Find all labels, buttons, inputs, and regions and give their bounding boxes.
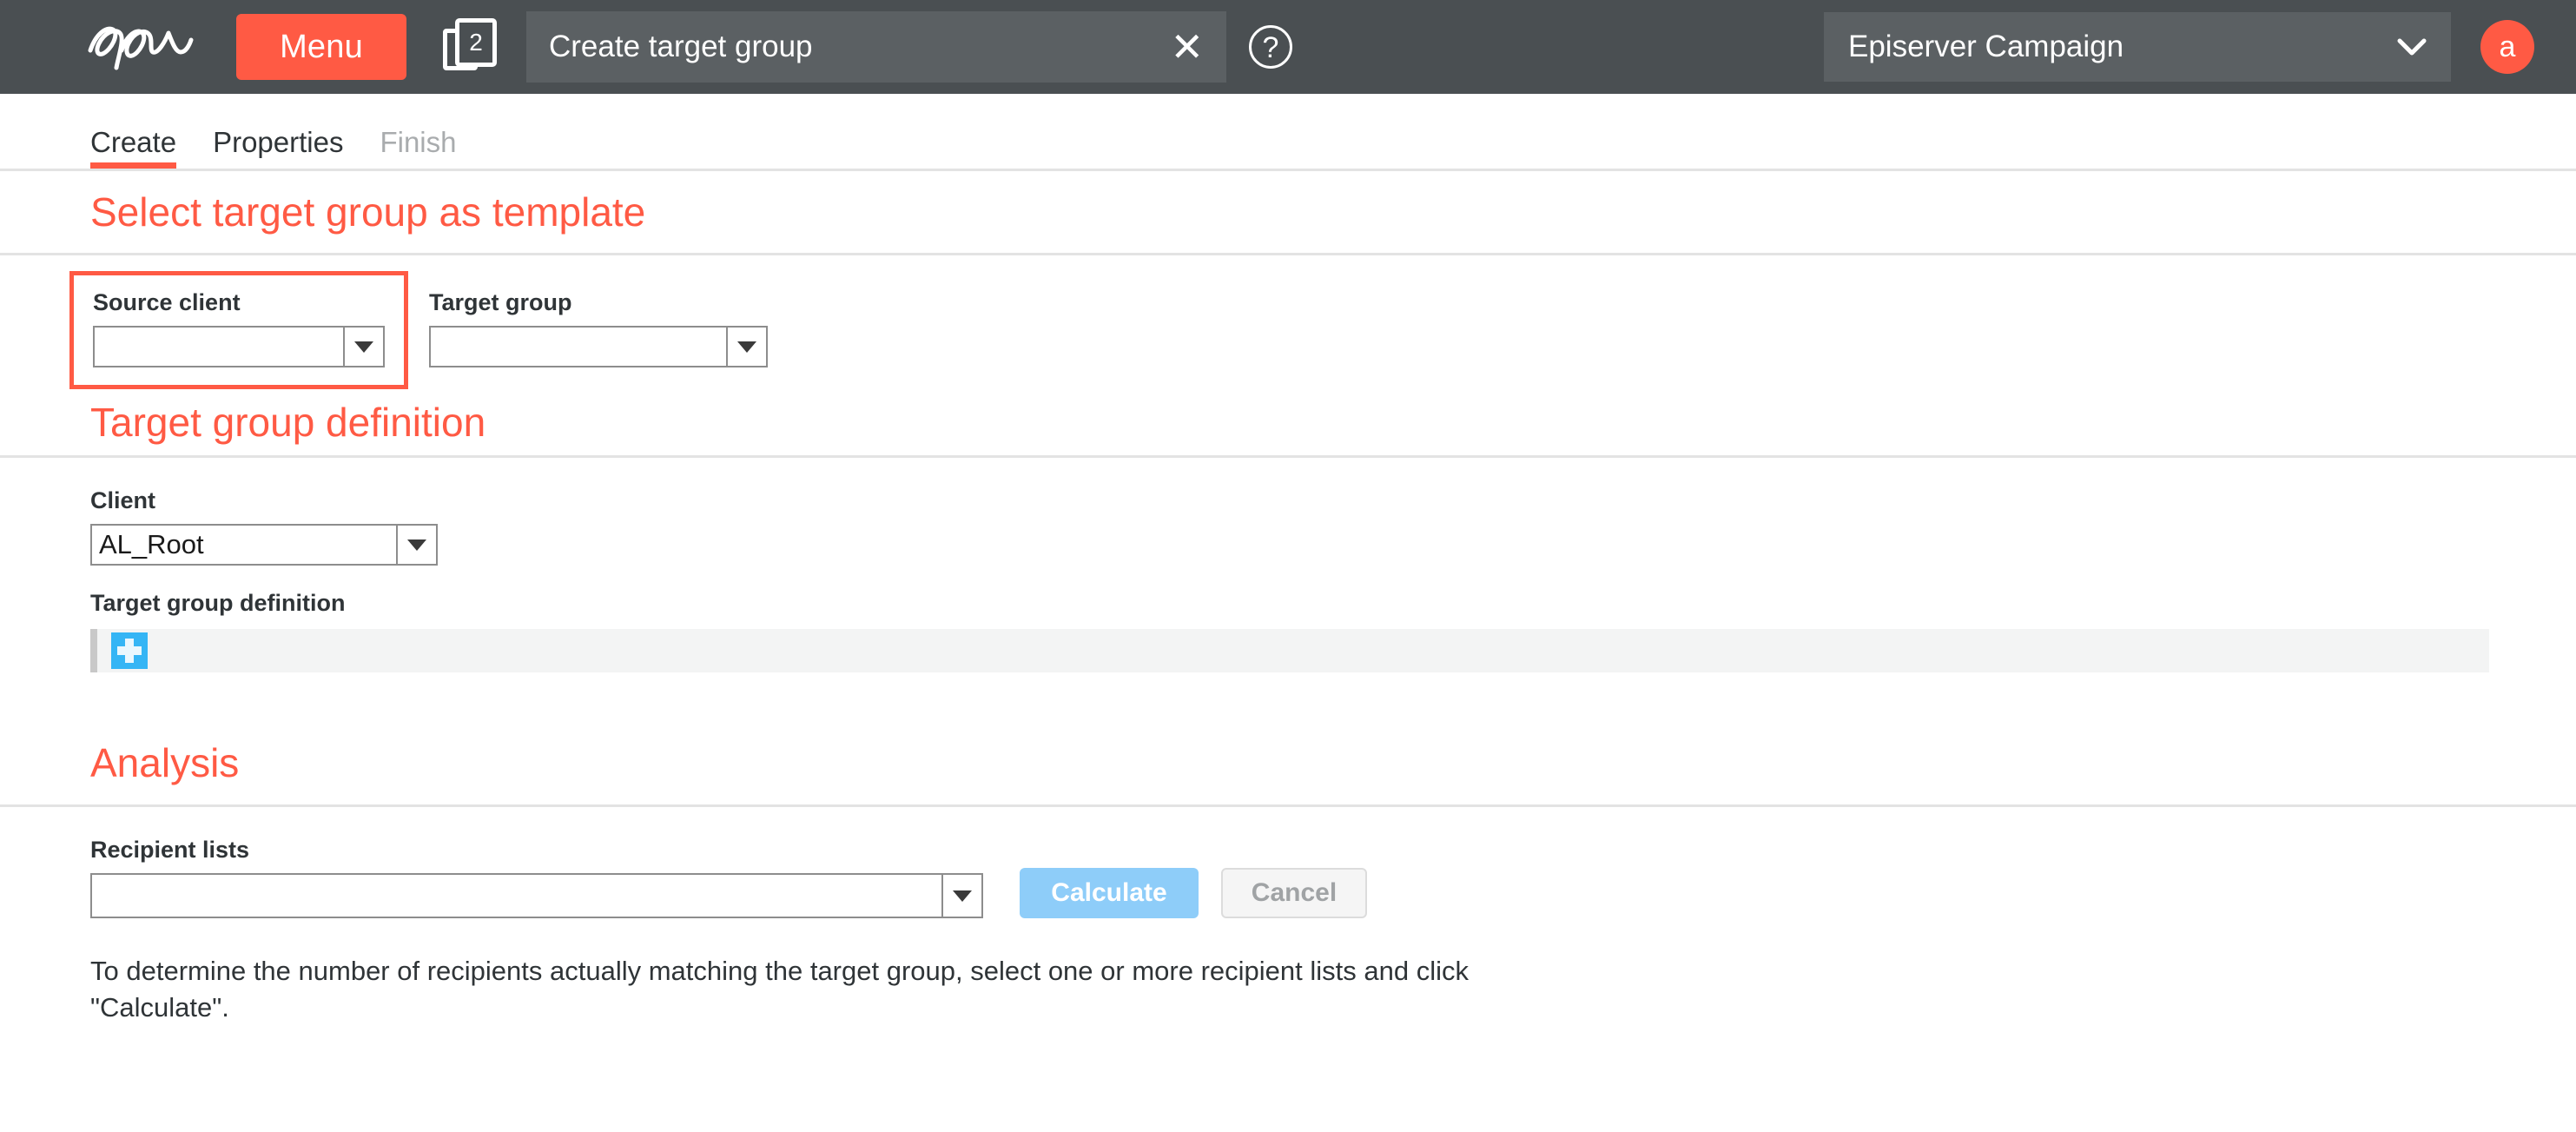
target-group-field: Target group	[429, 271, 768, 367]
source-client-select[interactable]	[93, 326, 385, 367]
template-section-heading: Select target group as template	[90, 189, 646, 235]
source-client-label: Source client	[93, 289, 241, 315]
tab-finish: Finish	[380, 126, 457, 158]
tab-properties[interactable]: Properties	[213, 128, 343, 169]
client-value: AL_Root	[99, 529, 204, 559]
analysis-section-header: Analysis	[0, 721, 2576, 804]
analysis-section-heading: Analysis	[90, 740, 240, 785]
cancel-button[interactable]: Cancel	[1221, 868, 1367, 918]
definition-section-heading: Target group definition	[90, 400, 486, 445]
help-icon[interactable]: ?	[1249, 25, 1292, 69]
source-client-value	[95, 328, 343, 366]
source-client-highlight: Source client	[69, 271, 408, 389]
wizard-tabs: Create Properties Finish	[0, 94, 2576, 171]
definition-section-header: Target group definition	[0, 389, 2576, 455]
tab-create[interactable]: Create	[90, 128, 177, 169]
definition-rule-row	[90, 629, 2489, 672]
top-bar-right: Episerver Campaign a	[1824, 0, 2576, 94]
template-fields-row: Source client Target group	[0, 255, 2576, 389]
doc-stack-count: 2	[455, 18, 497, 67]
top-bar: Menu 2 Create target group ✕ ? Episerver…	[0, 0, 2576, 94]
target-group-value	[431, 328, 726, 366]
recipient-lists-value	[92, 875, 941, 917]
close-icon[interactable]: ✕	[1166, 27, 1207, 67]
analysis-hint-text: To determine the number of recipients ac…	[90, 956, 1469, 1023]
recipient-lists-label: Recipient lists	[90, 837, 250, 863]
product-selector-label: Episerver Campaign	[1848, 30, 2124, 63]
window-title-bar: Create target group ✕	[526, 11, 1226, 83]
open-documents-icon[interactable]: 2	[443, 17, 497, 77]
client-block: Client AL_Root Target group definition	[0, 458, 2576, 672]
client-label: Client	[90, 487, 156, 513]
target-group-select[interactable]	[429, 326, 768, 367]
chevron-down-icon	[2397, 32, 2427, 62]
avatar[interactable]: a	[2480, 20, 2534, 74]
product-selector[interactable]: Episerver Campaign	[1824, 12, 2451, 82]
client-select[interactable]: AL_Root	[90, 524, 438, 566]
menu-button[interactable]: Menu	[236, 14, 406, 80]
chevron-down-icon	[343, 328, 383, 366]
chevron-down-icon	[726, 328, 766, 366]
recipient-lists-field: Recipient lists	[90, 838, 983, 918]
template-section-header: Select target group as template	[0, 171, 2576, 253]
plus-icon[interactable]	[111, 632, 148, 669]
calculate-button[interactable]: Calculate	[1020, 868, 1199, 918]
chevron-down-icon	[941, 875, 981, 917]
analysis-row: Recipient lists Calculate Cancel	[0, 807, 2576, 918]
chevron-down-icon	[396, 526, 436, 564]
target-group-definition-label: Target group definition	[90, 590, 346, 616]
episerver-logo[interactable]	[83, 19, 198, 75]
target-group-label: Target group	[429, 289, 572, 315]
page-title: Create target group	[549, 30, 813, 63]
recipient-lists-select[interactable]	[90, 873, 983, 918]
